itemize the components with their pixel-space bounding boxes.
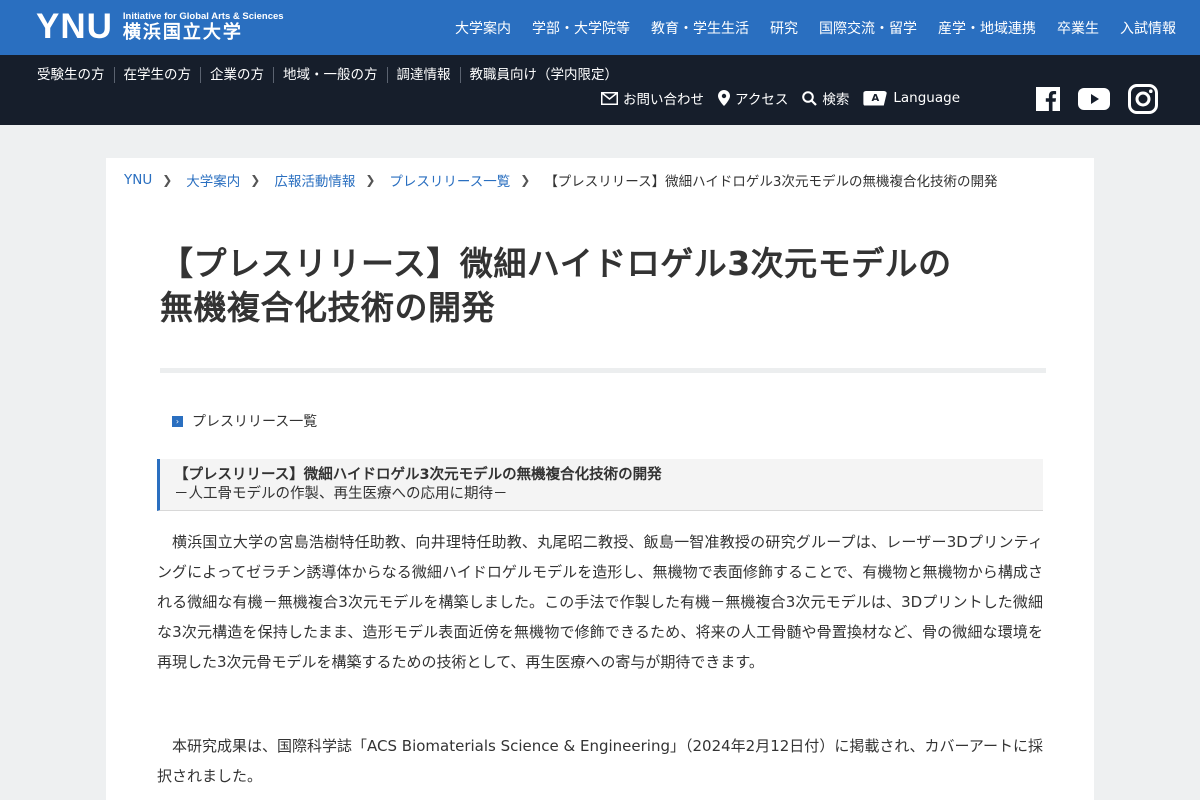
audience-prospective[interactable]: 受験生の方: [28, 67, 114, 83]
nav-about[interactable]: 大学案内: [455, 18, 511, 38]
search-link[interactable]: 検索: [802, 88, 849, 108]
breadcrumb-chevron-icon: ❯: [365, 173, 376, 187]
language-label: Language: [893, 90, 960, 106]
article-container: YNU ❯ 大学案内 ❯ 広報活動情報 ❯ プレスリリース一覧 ❯ 【プレスリリ…: [106, 158, 1094, 800]
release-heading-box: 【プレスリリース】微細ハイドロゲル3次元モデルの無機複合化技術の開発 －人工骨モ…: [157, 459, 1043, 511]
mail-icon: [601, 91, 619, 105]
nav-faculties[interactable]: 学部・大学院等: [532, 18, 630, 38]
nav-education[interactable]: 教育・学生生活: [651, 18, 749, 38]
nav-international[interactable]: 国際交流・留学: [819, 18, 917, 38]
audience-students[interactable]: 在学生の方: [113, 67, 201, 83]
access-link[interactable]: アクセス: [718, 88, 788, 108]
main-nav: 大学案内 学部・大学院等 教育・学生生活 研究 国際交流・留学 産学・地域連携 …: [434, 0, 1176, 55]
top-header: YNU Initiative for Global Arts & Science…: [0, 0, 1200, 55]
audience-companies[interactable]: 企業の方: [200, 67, 273, 83]
article-paragraph-2: 本研究成果は、国際科学誌「ACS Biomaterials Science & …: [157, 737, 1043, 785]
audience-procurement[interactable]: 調達情報: [386, 67, 460, 83]
access-label: アクセス: [735, 92, 789, 108]
nav-industry[interactable]: 産学・地域連携: [938, 18, 1036, 38]
breadcrumb-pr[interactable]: 広報活動情報: [274, 170, 355, 190]
press-list-link[interactable]: › プレスリリース一覧: [172, 411, 317, 431]
release-subheading: －人工骨モデルの作製、再生医療への応用に期待－: [174, 486, 508, 502]
breadcrumb-home[interactable]: YNU: [124, 172, 152, 188]
page-title-line1: 【プレスリリース】微細ハイドロゲル3次元モデルの: [160, 244, 952, 283]
article-paragraph-1: 横浜国立大学の宮島浩樹特任助教、向井理特任助教、丸尾昭二教授、飯島一智准教授の研…: [157, 533, 1043, 671]
page-title: 【プレスリリース】微細ハイドロゲル3次元モデルの 無機複合化技術の開発: [160, 242, 1060, 330]
nav-admissions[interactable]: 入試情報: [1120, 18, 1176, 38]
title-divider: [160, 368, 1046, 373]
audience-staff[interactable]: 教職員向け（学内限定）: [459, 67, 628, 83]
page-title-line2: 無機複合化技術の開発: [160, 288, 495, 327]
search-label: 検索: [822, 92, 850, 108]
breadcrumb-current: 【プレスリリース】微細ハイドロゲル3次元モデルの無機複合化技術の開発: [544, 174, 998, 190]
logo-university-name: 横浜国立大学: [122, 21, 243, 43]
breadcrumb-chevron-icon: ❯: [250, 173, 261, 187]
nav-alumni[interactable]: 卒業生: [1057, 18, 1099, 38]
language-icon: A: [863, 90, 888, 106]
press-list-label: プレスリリース一覧: [192, 414, 318, 430]
audience-nav: 受験生の方 在学生の方 企業の方 地域・一般の方 調達情報 教職員向け（学内限定…: [28, 67, 627, 83]
breadcrumb-press-list[interactable]: プレスリリース一覧: [389, 170, 510, 190]
ynu-logo[interactable]: YNU Initiative for Global Arts & Science…: [36, 9, 284, 45]
contact-link[interactable]: お問い合わせ: [601, 88, 704, 108]
audience-community[interactable]: 地域・一般の方: [273, 67, 387, 83]
youtube-icon[interactable]: [1078, 88, 1110, 114]
chevron-right-icon: ›: [172, 415, 183, 427]
facebook-icon[interactable]: [1036, 87, 1060, 115]
release-heading: 【プレスリリース】微細ハイドロゲル3次元モデルの無機複合化技術の開発: [174, 467, 662, 483]
search-icon: [802, 90, 818, 106]
logo-mark: YNU: [36, 7, 113, 46]
language-link[interactable]: A Language: [863, 90, 960, 106]
logo-text: Initiative for Global Arts & Sciences 横浜…: [123, 11, 284, 44]
breadcrumb-about[interactable]: 大学案内: [186, 170, 240, 190]
breadcrumb-chevron-icon: ❯: [162, 173, 173, 187]
social-links: [1036, 84, 1158, 118]
breadcrumb-chevron-icon: ❯: [520, 173, 531, 187]
contact-label: お問い合わせ: [623, 92, 705, 108]
instagram-icon[interactable]: [1128, 84, 1158, 118]
map-pin-icon: [718, 90, 731, 106]
logo-subtitle: Initiative for Global Arts & Sciences: [122, 10, 284, 22]
nav-research[interactable]: 研究: [770, 18, 798, 38]
breadcrumb: YNU ❯ 大学案内 ❯ 広報活動情報 ❯ プレスリリース一覧 ❯ 【プレスリリ…: [124, 170, 997, 190]
